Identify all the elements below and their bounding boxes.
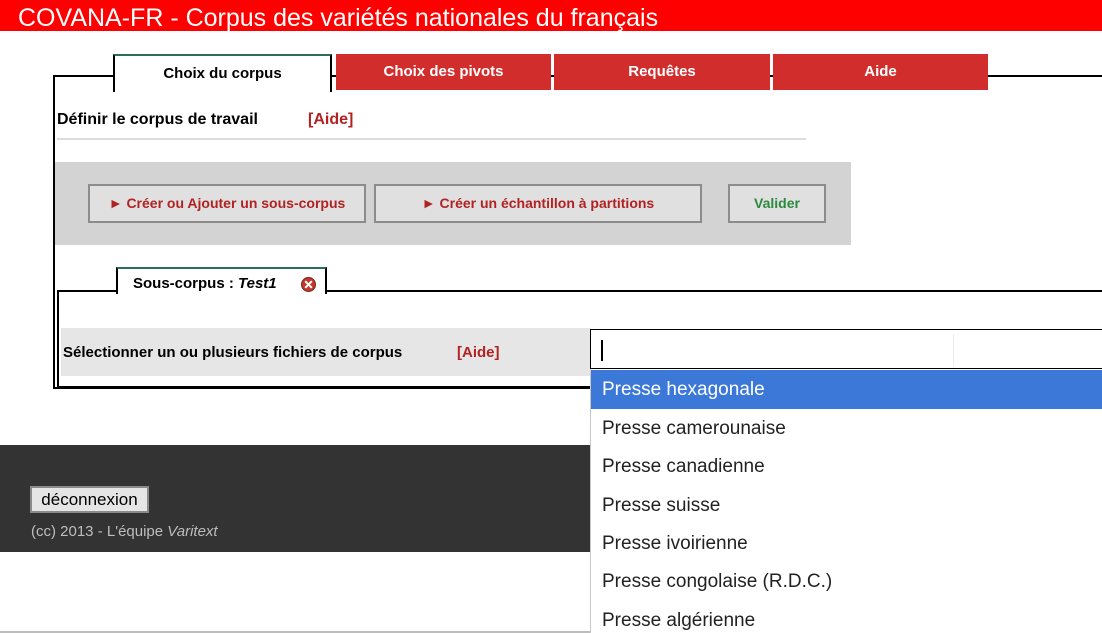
define-corpus-label: Définir le corpus de travail	[57, 111, 258, 128]
tab-choix-des-pivots[interactable]: Choix des pivots	[336, 54, 551, 90]
define-corpus-row: Définir le corpus de travail [Aide]	[57, 108, 806, 140]
create-sample-button[interactable]: ► Créer un échantillon à partitions	[374, 184, 702, 223]
close-icon[interactable]	[301, 277, 316, 292]
tab-requetes[interactable]: Requêtes	[554, 54, 770, 90]
action-panel: ► Créer ou Ajouter un sous-corpus ► Crée…	[55, 162, 851, 245]
validate-button[interactable]: Valider	[728, 184, 826, 223]
dropdown-option[interactable]: Presse canadienne	[591, 447, 1102, 486]
dropdown-option[interactable]: Presse hexagonale	[591, 370, 1102, 409]
subcorpus-prefix: Sous-corpus :	[133, 275, 239, 292]
dropdown-option[interactable]: Presse ivoirienne	[591, 524, 1102, 563]
subcorpus-name: Test1	[238, 275, 277, 292]
select-files-label: Sélectionner un ou plusieurs fichiers de…	[63, 344, 403, 361]
corpus-file-search-input[interactable]	[599, 336, 949, 364]
copyright-prefix: (cc) 2013 - L'équipe	[31, 523, 168, 540]
tab-choix-du-corpus[interactable]: Choix du corpus	[113, 54, 332, 92]
corpus-file-search[interactable]	[590, 329, 1102, 369]
copyright-team: Varitext	[167, 523, 218, 540]
logout-button[interactable]: déconnexion	[30, 486, 149, 513]
app-title: COVANA-FR - Corpus des variétés national…	[18, 4, 659, 32]
subcorpus-tab[interactable]: Sous-corpus : Test1	[116, 267, 327, 294]
subcorpus-tab-label: Sous-corpus : Test1	[133, 275, 277, 292]
define-corpus-help-link[interactable]: [Aide]	[308, 111, 353, 129]
search-divider	[953, 334, 954, 366]
tab-aide[interactable]: Aide	[773, 54, 988, 90]
dropdown-option[interactable]: Presse algérienne	[591, 601, 1102, 633]
dropdown-option[interactable]: Presse congolaise (R.D.C.)	[591, 562, 1102, 601]
dropdown-option[interactable]: Presse camerounaise	[591, 409, 1102, 448]
text-caret	[601, 340, 603, 361]
corpus-file-dropdown[interactable]: Presse hexagonale Presse camerounaise Pr…	[590, 370, 1102, 633]
select-files-row: Sélectionner un ou plusieurs fichiers de…	[61, 328, 591, 376]
copyright-text: (cc) 2013 - L'équipe Varitext	[31, 523, 218, 540]
create-subcorpus-button[interactable]: ► Créer ou Ajouter un sous-corpus	[88, 184, 366, 223]
dropdown-option[interactable]: Presse suisse	[591, 486, 1102, 525]
select-files-help-link[interactable]: [Aide]	[457, 344, 500, 361]
